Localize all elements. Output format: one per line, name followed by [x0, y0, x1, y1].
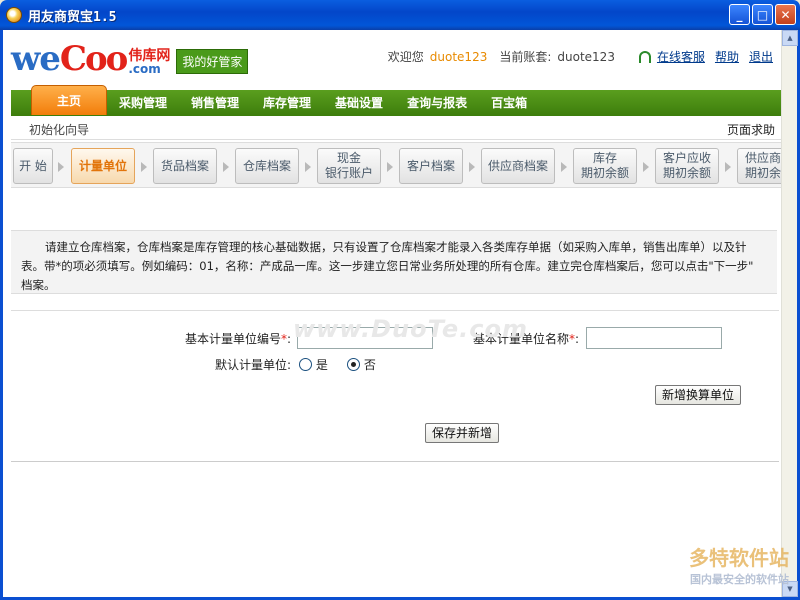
colon: : — [287, 332, 292, 346]
arrow-right-icon — [305, 162, 311, 172]
step-label: 开 始 — [19, 158, 47, 173]
step-start[interactable]: 开 始 — [13, 148, 53, 184]
radio-no[interactable] — [347, 358, 360, 371]
user-name: duote123 — [429, 49, 488, 64]
scroll-up-icon[interactable]: ▲ — [782, 30, 798, 46]
arrow-right-icon — [141, 162, 147, 172]
minimize-button[interactable]: _ — [729, 4, 750, 25]
arrow-right-icon — [387, 162, 393, 172]
main-nav: 主页 采购管理 销售管理 库存管理 基础设置 查询与报表 百宝箱 — [11, 85, 785, 116]
step-label: 客户应收 — [662, 151, 711, 165]
logo-com: .com — [128, 62, 161, 76]
step-customer[interactable]: 客户档案 — [399, 148, 463, 184]
step-warehouse[interactable]: 仓库档案 — [235, 148, 299, 184]
step-label-2: 期初余额 — [744, 166, 785, 180]
logo-coo: Coo — [59, 39, 128, 79]
corner-watermark-small: 国内最安全的软件站 — [690, 573, 789, 586]
arrow-right-icon — [725, 162, 731, 172]
instruction-line-3: 档案。 — [21, 278, 56, 292]
watermark: www.DuoTe.com — [293, 315, 528, 343]
code-label-text: 基本计量单位编号 — [185, 332, 282, 346]
nav-purchase[interactable]: 采购管理 — [107, 90, 179, 116]
arrow-right-icon — [561, 162, 567, 172]
step-inventory-opening[interactable]: 库存 期初余额 — [573, 148, 637, 184]
wizard-title: 初始化向导 — [29, 123, 90, 137]
close-button[interactable]: ✕ — [775, 4, 796, 25]
user-bar: 欢迎您 duote123 当前账套: duote123 在线客服 帮助 退出 — [388, 48, 773, 65]
arrow-right-icon — [223, 162, 229, 172]
help-link[interactable]: 帮助 — [715, 48, 739, 65]
title-bar: 用友商贸宝1.5 _ □ ✕ — [0, 0, 800, 30]
unit-name-input[interactable] — [586, 327, 722, 349]
step-label: 供应商应 — [744, 151, 785, 165]
radio-yes-group: 是 — [299, 356, 328, 373]
nav-reports[interactable]: 查询与报表 — [395, 90, 479, 116]
nav-home[interactable]: 主页 — [31, 85, 107, 115]
corner-watermark: 多特软件站 国内最安全的软件站 — [689, 542, 789, 587]
vertical-scrollbar[interactable]: ▲ ▼ — [781, 30, 798, 597]
step-label: 计量单位 — [78, 158, 127, 173]
nav-inventory[interactable]: 库存管理 — [251, 90, 323, 116]
step-receivable-opening[interactable]: 客户应收 期初余额 — [655, 148, 719, 184]
wizard-steps: 开 始 计量单位 货品档案 仓库档案 现金 银行账户 客户档案 供应商档案 库存期… — [11, 142, 785, 188]
step-label-2: 期初余额 — [580, 166, 629, 180]
page-help-link[interactable]: 页面求助 — [727, 121, 775, 138]
logout-link[interactable]: 退出 — [749, 48, 773, 65]
window-title: 用友商贸宝1.5 — [28, 9, 117, 25]
nav-settings[interactable]: 基础设置 — [323, 90, 395, 116]
save-and-new-button[interactable]: 保存并新增 — [425, 423, 500, 443]
step-label-2: 期初余额 — [662, 166, 711, 180]
step-label: 客户档案 — [406, 158, 455, 173]
arrow-right-icon — [58, 162, 64, 172]
arrow-right-icon — [643, 162, 649, 172]
header: we Coo 伟库网 .com 我的好管家 欢迎您 duote123 当前账套: … — [3, 30, 797, 90]
corner-watermark-big: 多特软件站 — [689, 546, 789, 570]
sub-bar: 初始化向导 页面求助 — [11, 116, 785, 140]
headset-icon — [638, 50, 651, 63]
step-label: 现金 — [336, 151, 361, 165]
radio-no-label: 否 — [363, 358, 376, 372]
step-supplier[interactable]: 供应商档案 — [481, 148, 555, 184]
add-conversion-unit-button[interactable]: 新增换算单位 — [655, 385, 742, 405]
code-label: 基本计量单位编号*: — [185, 330, 291, 347]
colon: : — [575, 332, 580, 346]
instruction-line-1: 请建立仓库档案，仓库档案是库存管理的核心基础数据，只有设置了仓库档案才能录入各类… — [45, 240, 747, 254]
step-label: 仓库档案 — [242, 158, 291, 173]
nav-toolbox[interactable]: 百宝箱 — [479, 90, 539, 116]
step-label: 供应商档案 — [487, 158, 548, 173]
wecoo-logo: we Coo 伟库网 .com 我的好管家 — [11, 39, 249, 79]
support-link[interactable]: 在线客服 — [657, 48, 705, 65]
app-icon — [6, 7, 22, 23]
logo-we: we — [11, 39, 61, 79]
account-label: 当前账套: — [499, 50, 552, 64]
nav-sales[interactable]: 销售管理 — [179, 90, 251, 116]
radio-no-group: 否 — [347, 356, 376, 373]
step-label: 库存 — [592, 151, 617, 165]
account-name: duote123 — [557, 49, 615, 64]
step-label: 货品档案 — [160, 158, 209, 173]
radio-yes[interactable] — [299, 358, 312, 371]
instruction-panel: 请建立仓库档案，仓库档案是库存管理的核心基础数据，只有设置了仓库档案才能录入各类… — [11, 230, 777, 294]
step-unit[interactable]: 计量单位 — [71, 148, 135, 184]
arrow-right-icon — [469, 162, 475, 172]
welcome-label: 欢迎您 — [387, 50, 424, 64]
radio-yes-label: 是 — [315, 358, 328, 372]
maximize-button[interactable]: □ — [752, 4, 773, 25]
instruction-line-2: 表。带*的项必须填写。例如编码：01，名称：产成品一库。这一步建立您日常业务所处… — [21, 259, 754, 273]
step-goods[interactable]: 货品档案 — [153, 148, 217, 184]
default-unit-label: 默认计量单位: — [215, 358, 292, 372]
app-window: we Coo 伟库网 .com 我的好管家 欢迎您 duote123 当前账套: … — [0, 30, 800, 600]
tagline-badge: 我的好管家 — [176, 49, 249, 74]
step-payable-opening[interactable]: 供应商应期初余额 — [737, 148, 785, 184]
step-label-2: 银行账户 — [324, 166, 373, 180]
step-cash-bank[interactable]: 现金 银行账户 — [317, 148, 381, 184]
